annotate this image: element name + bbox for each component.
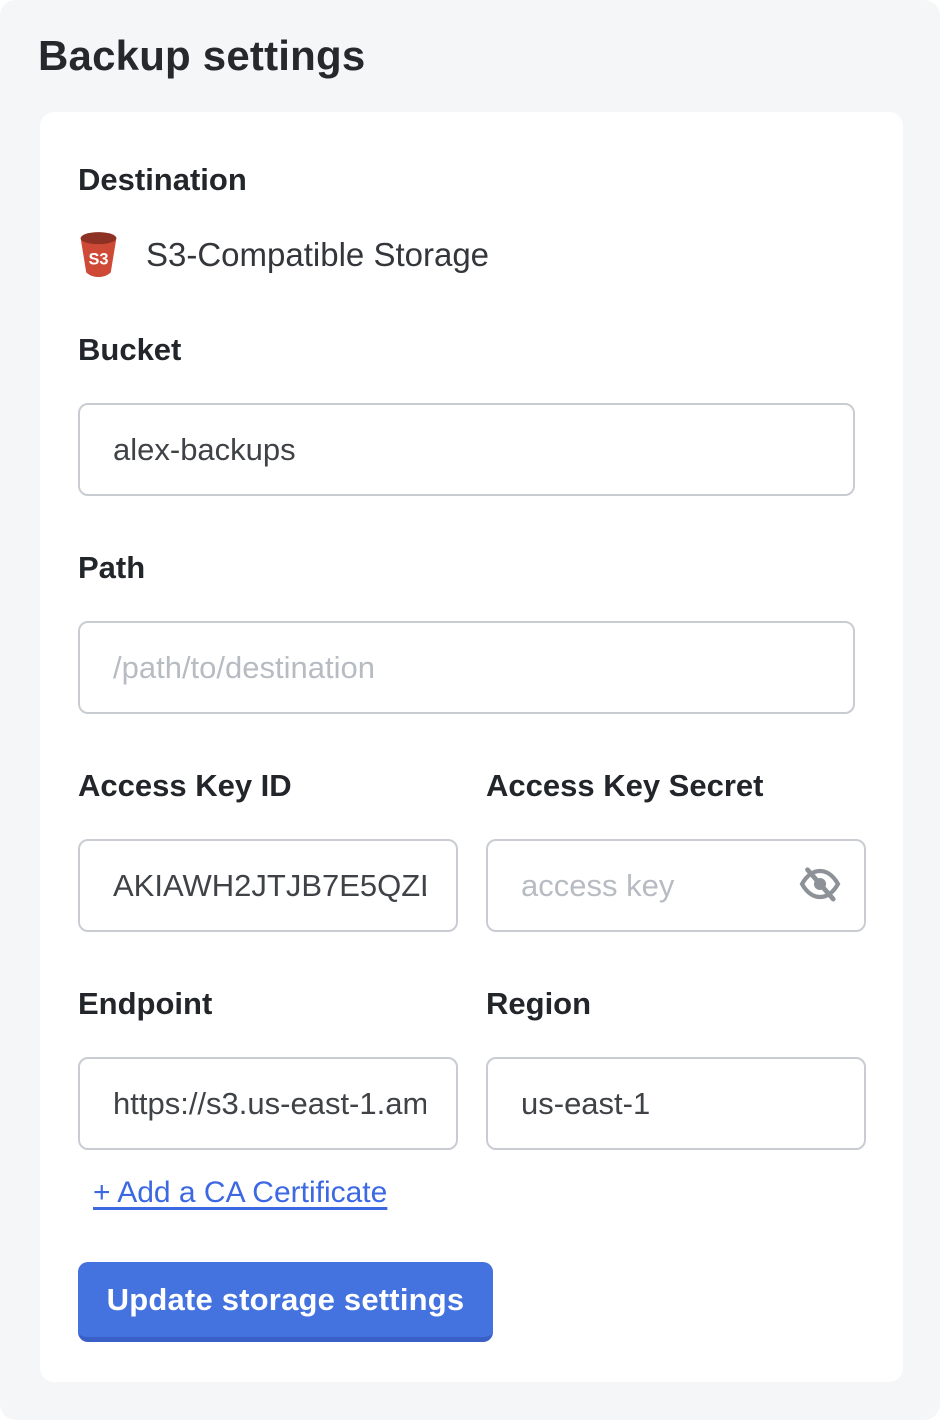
endpoint-region-inputs-row: [78, 1057, 853, 1150]
access-key-secret-label: Access Key Secret: [486, 770, 866, 801]
eye-off-icon: [798, 862, 842, 909]
access-key-labels-row: Access Key ID Access Key Secret: [78, 770, 853, 801]
access-key-id-input[interactable]: [78, 839, 458, 932]
endpoint-input[interactable]: [78, 1057, 458, 1150]
backup-settings-page: Backup settings Destination S3 S3-Compat…: [0, 0, 940, 1420]
endpoint-label: Endpoint: [78, 988, 458, 1019]
page-title: Backup settings: [0, 0, 940, 80]
toggle-secret-visibility-button[interactable]: [796, 862, 844, 910]
add-ca-certificate-link[interactable]: + Add a CA Certificate: [93, 1176, 387, 1210]
region-input[interactable]: [486, 1057, 866, 1150]
destination-value-row: S3 S3-Compatible Storage: [78, 231, 853, 278]
update-storage-settings-button[interactable]: Update storage settings: [78, 1262, 493, 1342]
bucket-input[interactable]: [78, 403, 855, 496]
path-label: Path: [78, 552, 853, 583]
s3-bucket-icon: S3: [78, 231, 119, 278]
endpoint-region-labels-row: Endpoint Region: [78, 988, 853, 1019]
backup-settings-card: Destination S3 S3-Compatible Storage Buc…: [40, 112, 903, 1382]
destination-label: Destination: [78, 164, 853, 195]
svg-text:S3: S3: [89, 251, 109, 269]
region-label: Region: [486, 988, 866, 1019]
path-input[interactable]: [78, 621, 855, 714]
bucket-label: Bucket: [78, 334, 853, 365]
access-key-inputs-row: [78, 839, 853, 932]
access-key-id-label: Access Key ID: [78, 770, 458, 801]
destination-value: S3-Compatible Storage: [146, 235, 489, 275]
